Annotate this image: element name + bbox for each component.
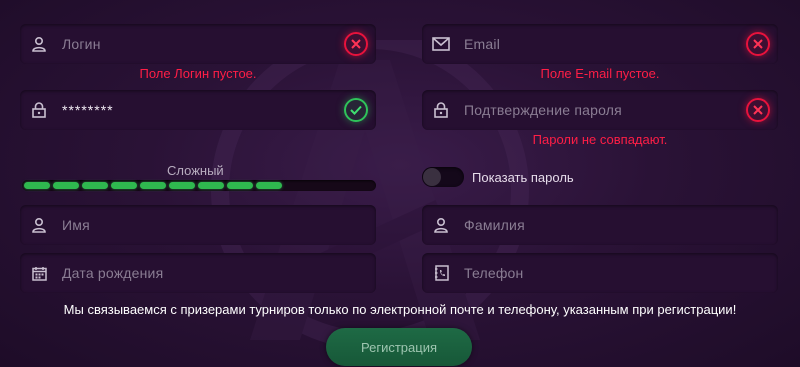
phone-field[interactable]: Телефон (422, 253, 778, 293)
user-icon (30, 35, 48, 53)
register-button[interactable]: Регистрация (326, 328, 472, 366)
login-error-message: Поле Логин пустое. (139, 66, 257, 81)
password-strength-bar (22, 180, 376, 191)
first-name-placeholder: Имя (62, 217, 90, 233)
lock-icon (30, 101, 48, 119)
strength-segment (82, 182, 108, 189)
password-strength-label: Сложный (167, 163, 224, 178)
password-confirm-field[interactable]: Подтверждение пароля (422, 90, 778, 130)
password-confirm-error-message: Пароли не совпадают. (532, 132, 668, 147)
last-name-field[interactable]: Фамилия (422, 205, 778, 245)
contact-notice: Мы связываемся с призерами турниров толь… (63, 302, 737, 317)
email-field[interactable]: Email (422, 24, 778, 64)
user-icon (30, 216, 48, 234)
envelope-icon (432, 35, 450, 53)
birth-date-placeholder: Дата рождения (62, 265, 164, 281)
show-password-label: Показать пароль (472, 170, 574, 185)
email-error-message: Поле E-mail пустое. (540, 66, 660, 81)
strength-segment (227, 182, 253, 189)
first-name-field[interactable]: Имя (20, 205, 376, 245)
phone-placeholder: Телефон (464, 265, 524, 281)
login-field[interactable]: Логин (20, 24, 376, 64)
last-name-placeholder: Фамилия (464, 217, 525, 233)
strength-segment (169, 182, 195, 189)
lock-icon (432, 101, 450, 119)
password-value: ******** (62, 102, 114, 118)
error-x-icon (746, 32, 770, 56)
birth-date-field[interactable]: Дата рождения (20, 253, 376, 293)
strength-segment (111, 182, 137, 189)
strength-segment (24, 182, 50, 189)
error-x-icon (746, 98, 770, 122)
strength-segment (53, 182, 79, 189)
user-icon (432, 216, 450, 234)
checkmark-icon (344, 98, 368, 122)
login-placeholder: Логин (62, 36, 101, 52)
toggle-knob (423, 168, 441, 186)
phone-book-icon (432, 264, 450, 282)
strength-segment (256, 182, 282, 189)
show-password-toggle[interactable] (422, 167, 464, 187)
error-x-icon (344, 32, 368, 56)
password-confirm-placeholder: Подтверждение пароля (464, 102, 622, 118)
strength-segment (140, 182, 166, 189)
calendar-icon (30, 264, 48, 282)
password-field[interactable]: ******** (20, 90, 376, 130)
strength-segment (198, 182, 224, 189)
email-placeholder: Email (464, 36, 501, 52)
